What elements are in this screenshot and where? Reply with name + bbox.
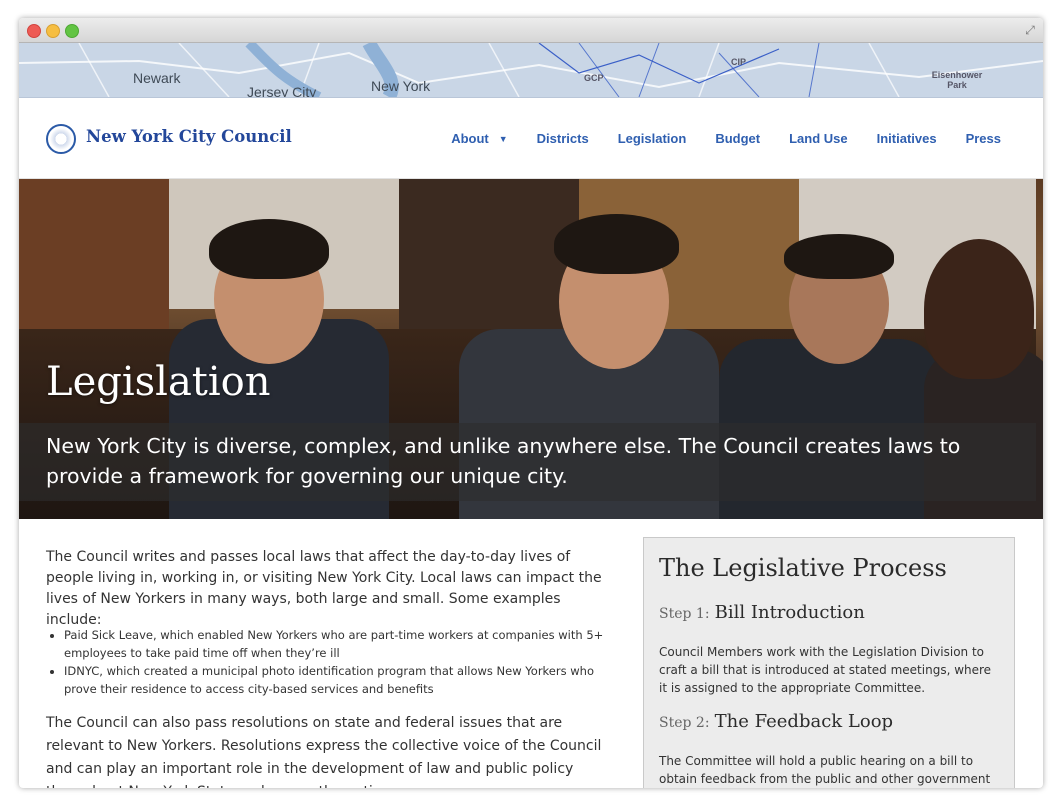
step-heading: Step 1: Bill Introduction <box>659 602 865 623</box>
hero-photo-person <box>784 234 894 279</box>
map-label: GCP <box>584 73 604 83</box>
page-title: Legislation <box>46 359 271 405</box>
map-label: Eisenhower Park <box>931 70 983 90</box>
map-label: Jersey City <box>247 84 317 98</box>
hero-photo-wall <box>399 179 579 339</box>
examples-list: Paid Sick Leave, which enabled New Yorke… <box>46 626 624 698</box>
nav-item-press[interactable]: Press <box>966 131 1001 146</box>
nav-item-districts[interactable]: Districts <box>537 131 589 146</box>
legislative-process-panel: The Legislative Process Step 1: Bill Int… <box>643 537 1015 788</box>
step-name: Bill Introduction <box>714 602 865 623</box>
minimize-window-button[interactable] <box>46 24 60 38</box>
list-item: Paid Sick Leave, which enabled New Yorke… <box>64 626 624 662</box>
main-nav: About ▼ Districts Legislation Budget Lan… <box>422 131 1001 146</box>
hero-banner: Legislation New York City is diverse, co… <box>19 179 1043 519</box>
hero-photo-person <box>209 219 329 279</box>
step-number: Step 1: <box>659 606 710 622</box>
step-description: Council Members work with the Legislatio… <box>659 645 992 695</box>
nav-item-land-use[interactable]: Land Use <box>789 131 848 146</box>
map-banner: Newark Jersey City New York CIP GCP Eise… <box>19 43 1043 98</box>
close-window-button[interactable] <box>27 24 41 38</box>
map-label: CIP <box>731 57 747 67</box>
hero-photo-wall <box>19 179 169 339</box>
step-name: The Feedback Loop <box>714 711 894 732</box>
chevron-down-icon[interactable]: ▼ <box>499 134 508 144</box>
step-description: The Committee will hold a public hearing… <box>659 754 991 786</box>
nav-item-legislation[interactable]: Legislation <box>618 131 687 146</box>
council-seal-icon[interactable] <box>46 124 76 154</box>
zoom-window-button[interactable] <box>65 24 79 38</box>
nav-item-label: About <box>451 131 489 146</box>
nav-item-initiatives[interactable]: Initiatives <box>877 131 937 146</box>
site-header: New York City Council About ▼ Districts … <box>19 98 1043 179</box>
panel-title: The Legislative Process <box>659 554 947 582</box>
hero-photo-person <box>554 214 679 274</box>
intro-paragraph: The Council writes and passes local laws… <box>46 549 602 628</box>
hero-photo-person <box>924 239 1034 379</box>
hero-subtitle: New York City is diverse, complex, and u… <box>46 434 961 488</box>
step-heading: Step 2: The Feedback Loop <box>659 711 893 732</box>
map-label: Newark <box>133 70 181 86</box>
map-label: New York <box>371 78 431 94</box>
step-number: Step 2: <box>659 715 710 731</box>
nav-item-budget[interactable]: Budget <box>715 131 760 146</box>
browser-window: ⤢ Newark Jersey City New York CIP GCP Ei… <box>19 18 1043 788</box>
site-brand-link[interactable]: New York City Council <box>86 127 292 146</box>
nav-item-about[interactable]: About ▼ <box>451 131 507 146</box>
fullscreen-icon[interactable]: ⤢ <box>1023 23 1037 37</box>
resolutions-paragraph: The Council can also pass resolutions on… <box>46 715 602 788</box>
title-bar: ⤢ <box>19 18 1043 43</box>
list-item: IDNYC, which created a municipal photo i… <box>64 662 624 698</box>
